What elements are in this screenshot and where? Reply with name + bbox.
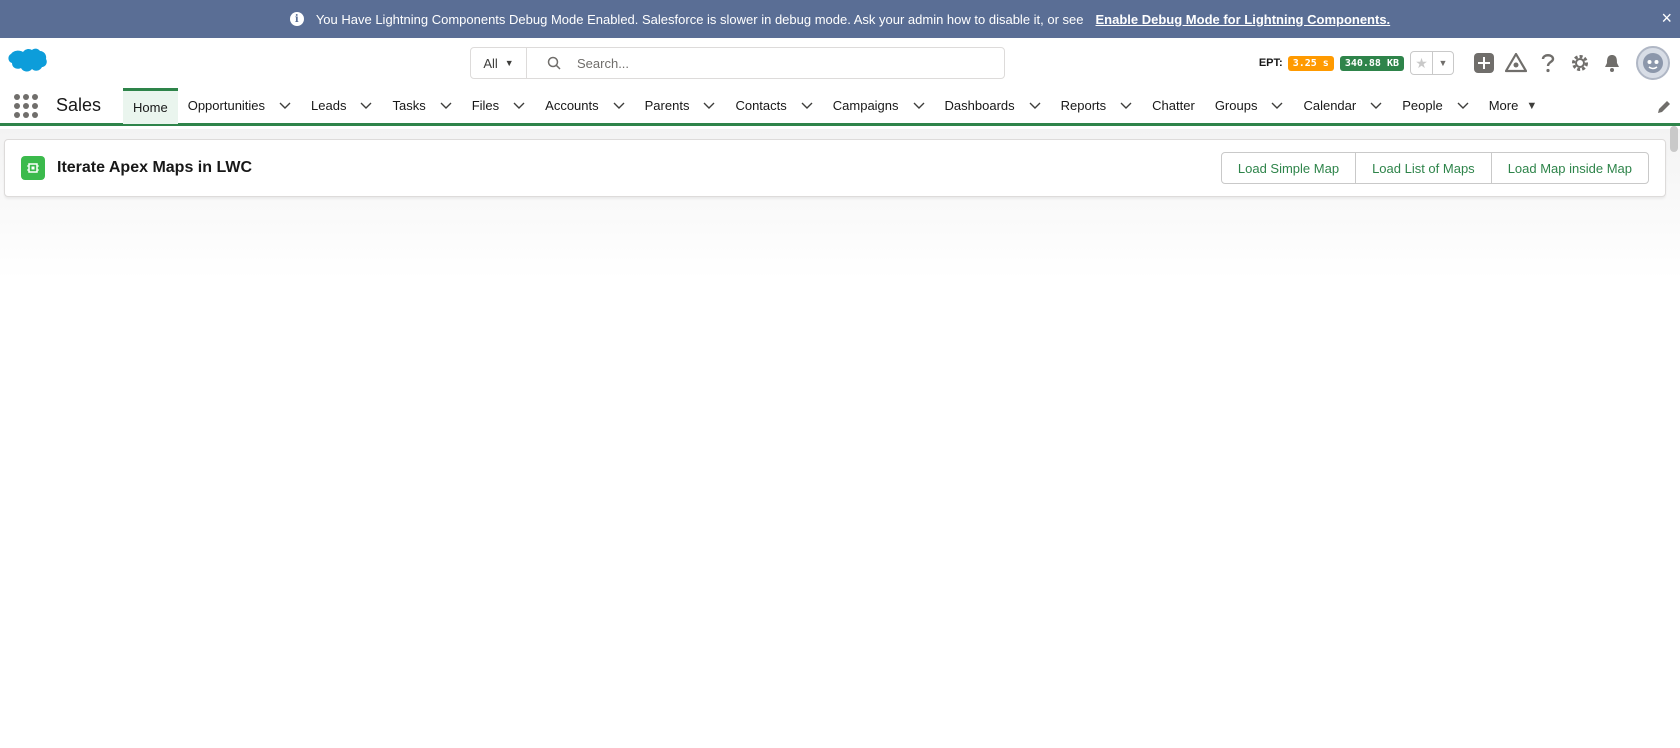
nav-item-home[interactable]: Home [123,87,178,124]
nav-item-label: Calendar [1303,98,1357,113]
app-name: Sales [56,95,102,115]
nav-item-campaigns[interactable]: Campaigns [823,88,935,124]
user-avatar[interactable] [1636,46,1670,80]
chevron-down-icon[interactable] [360,102,372,110]
nav-item-calendar[interactable]: Calendar [1293,88,1392,124]
nav-item-tasks[interactable]: Tasks [382,88,461,124]
nav-item-parents[interactable]: Parents [635,88,726,124]
nav-item-label: Reports [1060,98,1107,113]
chevron-down-icon[interactable] [1370,102,1382,110]
nav-item-label: Parents [644,98,690,113]
chevron-down-icon[interactable] [703,102,715,110]
banner-message: You Have Lightning Components Debug Mode… [315,11,1084,27]
nav-item-label: Groups [1214,98,1258,113]
card-title: Iterate Apex Maps in LWC [57,159,252,176]
header-utilities: EPT: 3.25 s 340.88 KB ★ ▼ [1259,44,1670,82]
load-simple-map-button[interactable]: Load Simple Map [1220,152,1357,184]
close-icon[interactable]: × [1661,9,1672,27]
nav-item-accounts[interactable]: Accounts [535,88,634,124]
nav-item-leads[interactable]: Leads [301,88,382,124]
chevron-down-icon[interactable] [1120,102,1132,110]
lwc-card: Iterate Apex Maps in LWC Load Simple Map… [4,139,1666,197]
chevron-down-icon[interactable] [913,102,925,110]
nav-item-label: Files [471,98,500,113]
favorite-star-icon[interactable]: ★ [1411,52,1433,74]
search-icon [547,56,561,70]
nav-item-opportunities[interactable]: Opportunities [178,88,301,124]
app-navigation-bar: Sales Home Opportunities Leads Tasks Fil… [0,87,1680,126]
debug-mode-banner: i You Have Lightning Components Debug Mo… [0,0,1680,38]
chevron-down-icon[interactable] [1029,102,1041,110]
nav-item-label: Campaigns [832,98,899,113]
search-placeholder: Search... [577,55,630,71]
nav-item-groups[interactable]: Groups [1205,88,1294,124]
nav-item-label: More [1488,98,1519,113]
main-content: Iterate Apex Maps in LWC Load Simple Map… [0,129,1680,748]
search-scope-value: All [483,55,498,71]
nav-item-label: Accounts [545,98,599,113]
chevron-down-icon[interactable] [279,102,291,110]
scrollbar[interactable] [1670,126,1678,152]
chevron-down-icon[interactable] [1457,102,1469,110]
app-launcher-icon[interactable] [14,93,38,118]
button-group: Load Simple Map Load List of Maps Load M… [1220,152,1649,184]
global-header: All ▼ Search... EPT: 3.25 s 340.88 KB ★ … [0,38,1680,88]
trailhead-guidance-icon[interactable] [1505,52,1527,74]
nav-item-chatter[interactable]: Chatter [1142,88,1205,124]
global-search: All ▼ Search... [470,47,1005,79]
nav-item-contacts[interactable]: Contacts [725,88,822,124]
nav-item-label: Opportunities [187,98,266,113]
chevron-down-icon[interactable] [513,102,525,110]
search-input[interactable]: Search... [527,48,1004,78]
nav-item-more[interactable]: More ▼ [1479,88,1548,124]
nav-item-label: Dashboards [944,98,1015,113]
help-icon[interactable] [1537,52,1559,74]
custom-component-icon [21,156,45,180]
favorites-dropdown-icon[interactable]: ▼ [1433,52,1453,74]
nav-item-label: Leads [311,98,347,113]
nav-item-people[interactable]: People [1392,88,1478,124]
nav-item-label: People [1402,98,1443,113]
nav-item-label: Home [133,99,168,115]
favorites-group: ★ ▼ [1410,51,1454,75]
chevron-down-icon[interactable] [801,102,813,110]
nav-item-dashboards[interactable]: Dashboards [935,88,1051,124]
nav-item-files[interactable]: Files [462,88,535,124]
caret-down-icon: ▼ [504,58,514,68]
setup-gear-icon[interactable] [1569,52,1591,74]
chevron-down-icon[interactable] [440,102,452,110]
load-map-inside-map-button[interactable]: Load Map inside Map [1490,152,1649,184]
salesforce-logo[interactable] [6,47,48,77]
ept-label: EPT: [1258,57,1283,69]
nav-item-reports[interactable]: Reports [1051,88,1143,124]
enable-debug-mode-link[interactable]: Enable Debug Mode for Lightning Componen… [1096,12,1391,27]
ept-time-badge: 3.25 s [1287,55,1334,71]
info-icon: i [289,12,304,26]
nav-item-label: Contacts [735,98,787,113]
ept-size-badge: 340.88 KB [1339,55,1404,71]
chevron-down-icon[interactable] [613,102,625,110]
notifications-bell-icon[interactable] [1601,52,1623,74]
global-actions-plus-icon[interactable] [1473,52,1495,74]
caret-down-icon: ▼ [1526,99,1538,112]
nav-item-label: Chatter [1152,98,1195,113]
load-list-of-maps-button[interactable]: Load List of Maps [1355,152,1492,184]
nav-item-label: Tasks [392,98,426,113]
chevron-down-icon[interactable] [1271,102,1283,110]
search-scope-select[interactable]: All ▼ [471,48,527,78]
edit-nav-pencil-icon[interactable] [1656,99,1672,115]
